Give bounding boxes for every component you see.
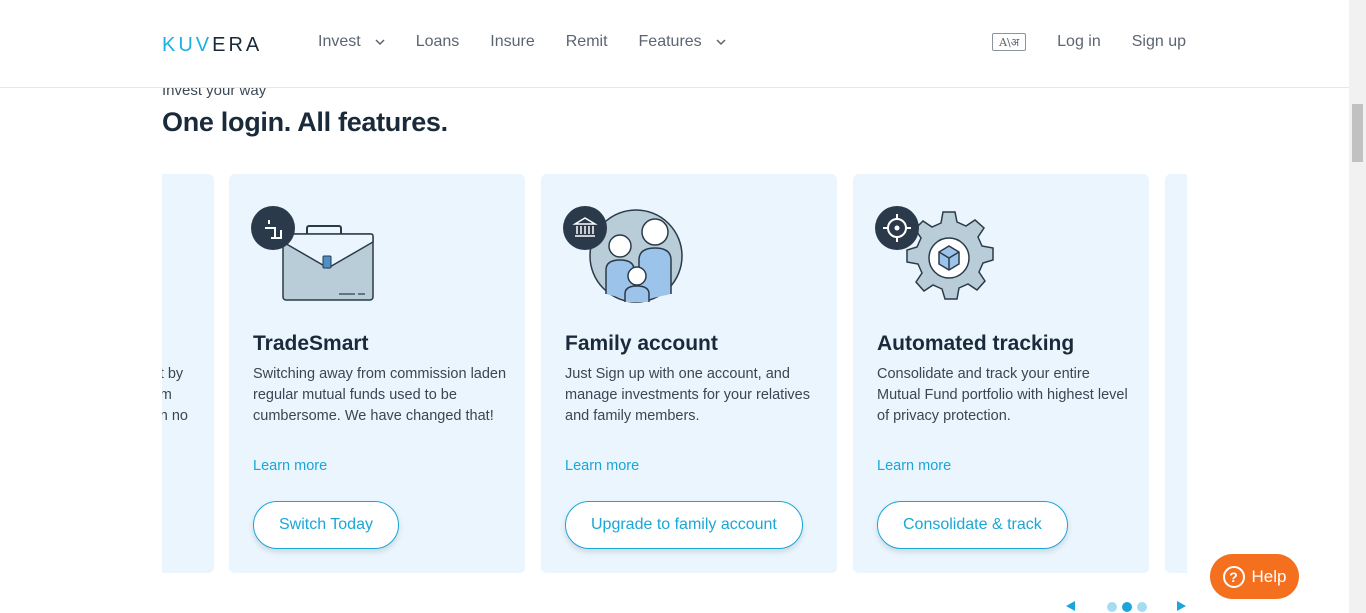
carousel-next-arrow-icon[interactable]: [1177, 601, 1186, 611]
feature-card-partial: [1165, 174, 1187, 573]
learn-more-link[interactable]: Learn more: [253, 458, 327, 474]
feature-card-tradesmart: TradeSmart Switching away from commissio…: [229, 174, 525, 573]
features-carousel: t by m n no TradeSmart Switching away fr…: [162, 174, 1187, 574]
nav-features[interactable]: Features: [639, 33, 726, 51]
help-button[interactable]: ? Help: [1210, 554, 1299, 599]
signup-link[interactable]: Sign up: [1132, 33, 1186, 51]
partial-line: m: [162, 387, 172, 403]
page-scrollbar[interactable]: [1349, 0, 1366, 613]
learn-more-link[interactable]: Learn more: [877, 458, 951, 474]
switch-today-button[interactable]: Switch Today: [253, 501, 399, 549]
nav-loans[interactable]: Loans: [416, 33, 460, 51]
nav-insure[interactable]: Insure: [490, 33, 534, 51]
upgrade-family-button[interactable]: Upgrade to family account: [565, 501, 803, 549]
kuvera-logo[interactable]: KUVERA: [162, 33, 262, 55]
family-icon: [563, 206, 683, 303]
nav-features-label: Features: [638, 33, 702, 50]
briefcase-icon: [251, 206, 374, 301]
card-description: Consolidate and track your entire Mutual…: [877, 366, 1128, 424]
nav-remit-label: Remit: [565, 33, 608, 50]
main-nav: Invest Loans Insure Remit Features: [318, 33, 757, 51]
account-nav: A\अ Log in Sign up: [992, 33, 1186, 51]
section-title: One login. All features.: [162, 107, 448, 137]
carousel-dots: [1107, 602, 1152, 612]
kuvera-logo-mark: KUVERA: [162, 34, 262, 54]
nav-invest-label: Invest: [318, 33, 361, 50]
card-title: Family account: [565, 332, 718, 355]
nav-invest[interactable]: Invest: [318, 33, 385, 51]
partial-card-text: t by m n no: [162, 364, 188, 427]
top-header: KUVERA Invest Loans Insure Remit Feature…: [0, 0, 1349, 88]
help-label: Help: [1251, 566, 1287, 586]
carousel-prev-arrow-icon[interactable]: [1066, 601, 1075, 611]
login-link[interactable]: Log in: [1057, 33, 1101, 51]
feature-card-automated-tracking: Automated tracking Consolidate and track…: [853, 174, 1149, 573]
card-title: TradeSmart: [253, 332, 369, 355]
feature-card-partial: t by m n no: [162, 174, 214, 573]
consolidate-track-button[interactable]: Consolidate & track: [877, 501, 1068, 549]
carousel-dot[interactable]: [1107, 602, 1117, 612]
learn-more-link[interactable]: Learn more: [565, 458, 639, 474]
card-description: Just Sign up with one account, and manag…: [565, 366, 810, 424]
gear-icon: [875, 206, 994, 300]
carousel-dot-active[interactable]: [1122, 602, 1132, 612]
card-description: Switching away from commission laden reg…: [253, 366, 507, 424]
question-icon: ?: [1222, 565, 1245, 588]
partial-line: t by: [162, 366, 184, 382]
language-toggle-icon[interactable]: A\अ: [992, 33, 1027, 51]
feature-card-family-account: Family account Just Sign up with one acc…: [541, 174, 837, 573]
chevron-down-icon: [375, 39, 385, 46]
nav-remit[interactable]: Remit: [566, 33, 608, 51]
card-title: Automated tracking: [877, 332, 1075, 355]
nav-insure-label: Insure: [490, 33, 535, 50]
nav-loans-label: Loans: [415, 33, 460, 50]
partial-line: n no: [162, 408, 188, 424]
carousel-dot[interactable]: [1137, 602, 1147, 612]
chevron-down-icon: [716, 39, 726, 46]
svg-text:KUVERA: KUVERA: [162, 34, 262, 54]
scrollbar-thumb[interactable]: [1352, 104, 1363, 162]
